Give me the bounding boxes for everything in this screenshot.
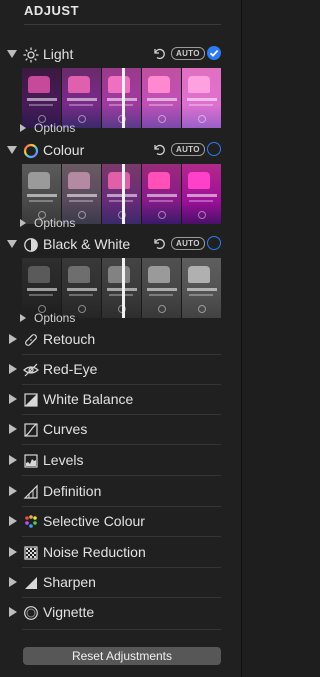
section-light-label: Light (43, 46, 74, 62)
colour-preview-strip[interactable] (22, 164, 221, 224)
preview-thumbnail (22, 164, 62, 224)
disclosure-closed-icon[interactable] (9, 364, 17, 374)
disclosure-closed-icon (20, 314, 26, 322)
tool-label: Retouch (43, 331, 96, 347)
section-light-header[interactable]: Light AUTO (0, 43, 242, 67)
tool-row-sharpen[interactable]: Sharpen (0, 568, 242, 598)
selective-colour-icon (25, 515, 37, 528)
light-preview-strip[interactable] (22, 68, 221, 128)
divider (22, 475, 221, 476)
bw-enabled-checkbox[interactable] (207, 236, 221, 250)
tool-label: Noise Reduction (43, 544, 146, 560)
colour-slider-handle[interactable] (122, 164, 125, 224)
tool-label: Vignette (43, 604, 95, 620)
disclosure-closed-icon (20, 124, 26, 132)
preview-thumbnail (142, 164, 182, 224)
disclosure-closed-icon[interactable] (9, 455, 17, 465)
tool-label: Red-Eye (43, 361, 98, 377)
disclosure-closed-icon[interactable] (9, 334, 17, 344)
tool-row-levels[interactable]: Levels (0, 446, 242, 476)
disclosure-closed-icon[interactable] (9, 607, 17, 617)
tool-row-white-balance[interactable]: White Balance (0, 385, 242, 415)
tool-row-retouch[interactable]: Retouch (0, 325, 242, 355)
section-colour-label: Colour (43, 142, 85, 158)
disclosure-closed-icon[interactable] (9, 516, 17, 526)
tool-row-selective-colour[interactable]: Selective Colour (0, 507, 242, 537)
light-enabled-checkbox[interactable] (207, 46, 221, 60)
disclosure-closed-icon[interactable] (9, 577, 17, 587)
tool-label: White Balance (43, 391, 134, 407)
disclosure-open-icon[interactable] (7, 240, 17, 248)
tool-row-definition[interactable]: Definition (0, 477, 242, 507)
tool-row-vignette[interactable]: Vignette (0, 598, 242, 628)
disclosure-closed-icon[interactable] (9, 486, 17, 496)
preview-thumbnail (182, 258, 221, 318)
disclosure-closed-icon (20, 219, 26, 227)
preview-thumbnail (62, 258, 102, 318)
preview-thumbnail (62, 164, 102, 224)
bw-preview-strip[interactable] (22, 258, 221, 318)
levels-icon (24, 454, 38, 468)
options-label: Options (34, 121, 76, 135)
section-bw-label: Black & White (43, 236, 131, 252)
options-label: Options (34, 216, 76, 230)
white-balance-icon (24, 393, 38, 407)
preview-thumbnail (22, 68, 62, 128)
tool-label: Curves (43, 421, 88, 437)
preview-thumbnail (142, 68, 182, 128)
eye-icon (23, 363, 39, 377)
sun-icon (23, 47, 39, 63)
vignette-icon (24, 606, 38, 620)
adjust-panel: ADJUST Light AUTO Options Colour AUTO Op… (0, 0, 242, 677)
bandage-icon (25, 334, 37, 346)
preview-thumbnail (182, 164, 221, 224)
tool-row-red-eye[interactable]: Red-Eye (0, 355, 242, 385)
preview-thumbnail (62, 68, 102, 128)
disclosure-open-icon[interactable] (7, 146, 17, 154)
undo-icon[interactable] (152, 142, 166, 156)
disclosure-open-icon[interactable] (7, 50, 17, 58)
definition-icon (23, 484, 38, 499)
divider (22, 536, 221, 537)
divider (24, 24, 221, 25)
undo-icon[interactable] (152, 46, 166, 60)
checkmark-icon (209, 50, 219, 57)
preview-thumbnail (142, 258, 182, 318)
half-circle-icon (24, 238, 38, 252)
noise-reduction-icon (24, 546, 38, 560)
disclosure-closed-icon[interactable] (9, 394, 17, 404)
tool-row-noise-reduction[interactable]: Noise Reduction (0, 538, 242, 568)
undo-icon[interactable] (152, 236, 166, 250)
tool-label: Definition (43, 483, 102, 499)
sharpen-icon (25, 577, 37, 589)
colour-wheel-icon (23, 143, 39, 159)
divider (22, 629, 221, 630)
reset-adjustments-button[interactable]: Reset Adjustments (23, 647, 221, 665)
light-slider-handle[interactable] (122, 68, 125, 128)
section-bw-header[interactable]: Black & White AUTO (0, 233, 242, 257)
tool-label: Sharpen (43, 574, 96, 590)
auto-button[interactable]: AUTO (171, 143, 205, 156)
disclosure-closed-icon[interactable] (9, 424, 17, 434)
preview-thumbnail (182, 68, 221, 128)
tool-label: Levels (43, 452, 84, 468)
auto-button[interactable]: AUTO (171, 47, 205, 60)
section-colour-header[interactable]: Colour AUTO (0, 139, 242, 163)
colour-enabled-checkbox[interactable] (207, 142, 221, 156)
disclosure-closed-icon[interactable] (9, 547, 17, 557)
auto-button[interactable]: AUTO (171, 237, 205, 250)
bw-slider-handle[interactable] (122, 258, 125, 318)
divider (22, 444, 221, 445)
tool-label: Selective Colour (43, 513, 145, 529)
panel-title: ADJUST (24, 3, 80, 18)
options-label: Options (34, 311, 76, 325)
tool-row-curves[interactable]: Curves (0, 415, 242, 445)
curves-icon (24, 423, 38, 437)
preview-thumbnail (22, 258, 62, 318)
